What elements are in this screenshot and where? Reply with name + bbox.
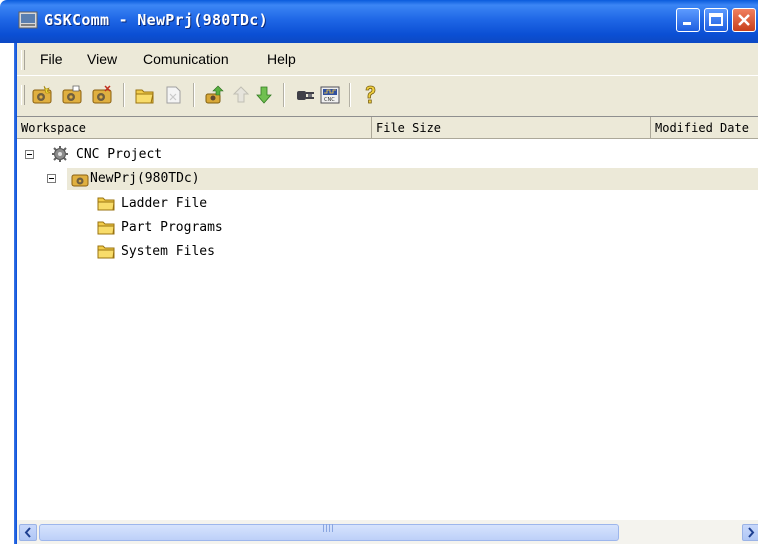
tree-label-project: NewPrj(980TDc) xyxy=(90,171,200,186)
tree-label-folder: Part Programs xyxy=(121,220,223,235)
column-header-file-size[interactable]: File Size xyxy=(372,117,651,139)
menu-comunication[interactable]: Comunication xyxy=(143,51,229,67)
toolbar-separator xyxy=(349,83,351,107)
chevron-left-icon xyxy=(24,527,31,538)
menu-bar: File View Comunication Help xyxy=(17,43,758,75)
scroll-grip xyxy=(323,524,333,532)
download-icon[interactable] xyxy=(253,84,275,106)
column-header-modified-date[interactable]: Modified Date xyxy=(651,117,758,139)
minimize-icon xyxy=(683,22,691,25)
upload-disabled-icon[interactable] xyxy=(230,84,252,106)
menu-grip xyxy=(21,50,25,70)
tree-label-root: CNC Project xyxy=(76,147,163,162)
tree-row-root[interactable]: CNC Project xyxy=(17,144,758,166)
main-window: GSKComm - NewPrj(980TDc) File View Comun… xyxy=(0,0,758,544)
toolbar-separator xyxy=(283,83,285,107)
open-folder-icon[interactable] xyxy=(134,84,156,106)
svg-text:CNC: CNC xyxy=(324,97,335,103)
tree-label-folder: System Files xyxy=(121,244,215,259)
window-title: GSKComm - NewPrj(980TDc) xyxy=(44,11,268,29)
toolbar-grip xyxy=(21,85,25,105)
horizontal-scrollbar[interactable] xyxy=(17,520,758,544)
help-icon[interactable] xyxy=(359,84,381,106)
upload-icon[interactable] xyxy=(203,84,225,106)
blank-document-icon[interactable] xyxy=(162,84,184,106)
title-bar[interactable]: GSKComm - NewPrj(980TDc) xyxy=(0,0,758,43)
tree-row-project[interactable]: NewPrj(980TDc) xyxy=(47,168,758,190)
folder-icon xyxy=(97,221,115,235)
window-frame-left xyxy=(0,43,17,544)
maximize-button[interactable] xyxy=(704,8,728,32)
minimize-button[interactable] xyxy=(676,8,700,32)
close-icon xyxy=(738,14,750,26)
toolbar-separator xyxy=(123,83,125,107)
tree-row-system-files[interactable]: System Files xyxy=(97,240,397,262)
collapse-icon[interactable] xyxy=(25,150,34,159)
close-project-icon[interactable] xyxy=(91,84,113,106)
tree-row-part-programs[interactable]: Part Programs xyxy=(97,216,397,238)
chevron-right-icon xyxy=(748,527,755,538)
maximize-icon xyxy=(709,13,723,26)
cnc-panel-icon[interactable]: CNC xyxy=(319,84,341,106)
menu-file[interactable]: File xyxy=(40,51,63,67)
scroll-right-button[interactable] xyxy=(742,524,758,541)
folder-icon xyxy=(97,245,115,259)
toolbar-separator xyxy=(193,83,195,107)
column-header-workspace[interactable]: Workspace xyxy=(17,117,372,139)
tree-label-folder: Ladder File xyxy=(121,196,208,211)
app-icon xyxy=(18,11,38,29)
folder-icon xyxy=(97,197,115,211)
menu-help[interactable]: Help xyxy=(267,51,296,67)
collapse-icon[interactable] xyxy=(47,174,56,183)
workspace-list: Workspace File Size Modified Date CNC Pr… xyxy=(17,116,758,521)
gear-icon xyxy=(52,146,68,162)
new-project-icon[interactable] xyxy=(31,84,53,106)
close-button[interactable] xyxy=(732,8,756,32)
menu-view[interactable]: View xyxy=(87,51,117,67)
connect-icon[interactable] xyxy=(295,84,317,106)
toolbar: CNC xyxy=(17,75,758,116)
tree-row-ladder-file[interactable]: Ladder File xyxy=(97,192,397,214)
project-icon xyxy=(71,174,89,187)
open-project-icon[interactable] xyxy=(61,84,83,106)
scroll-left-button[interactable] xyxy=(19,524,37,541)
